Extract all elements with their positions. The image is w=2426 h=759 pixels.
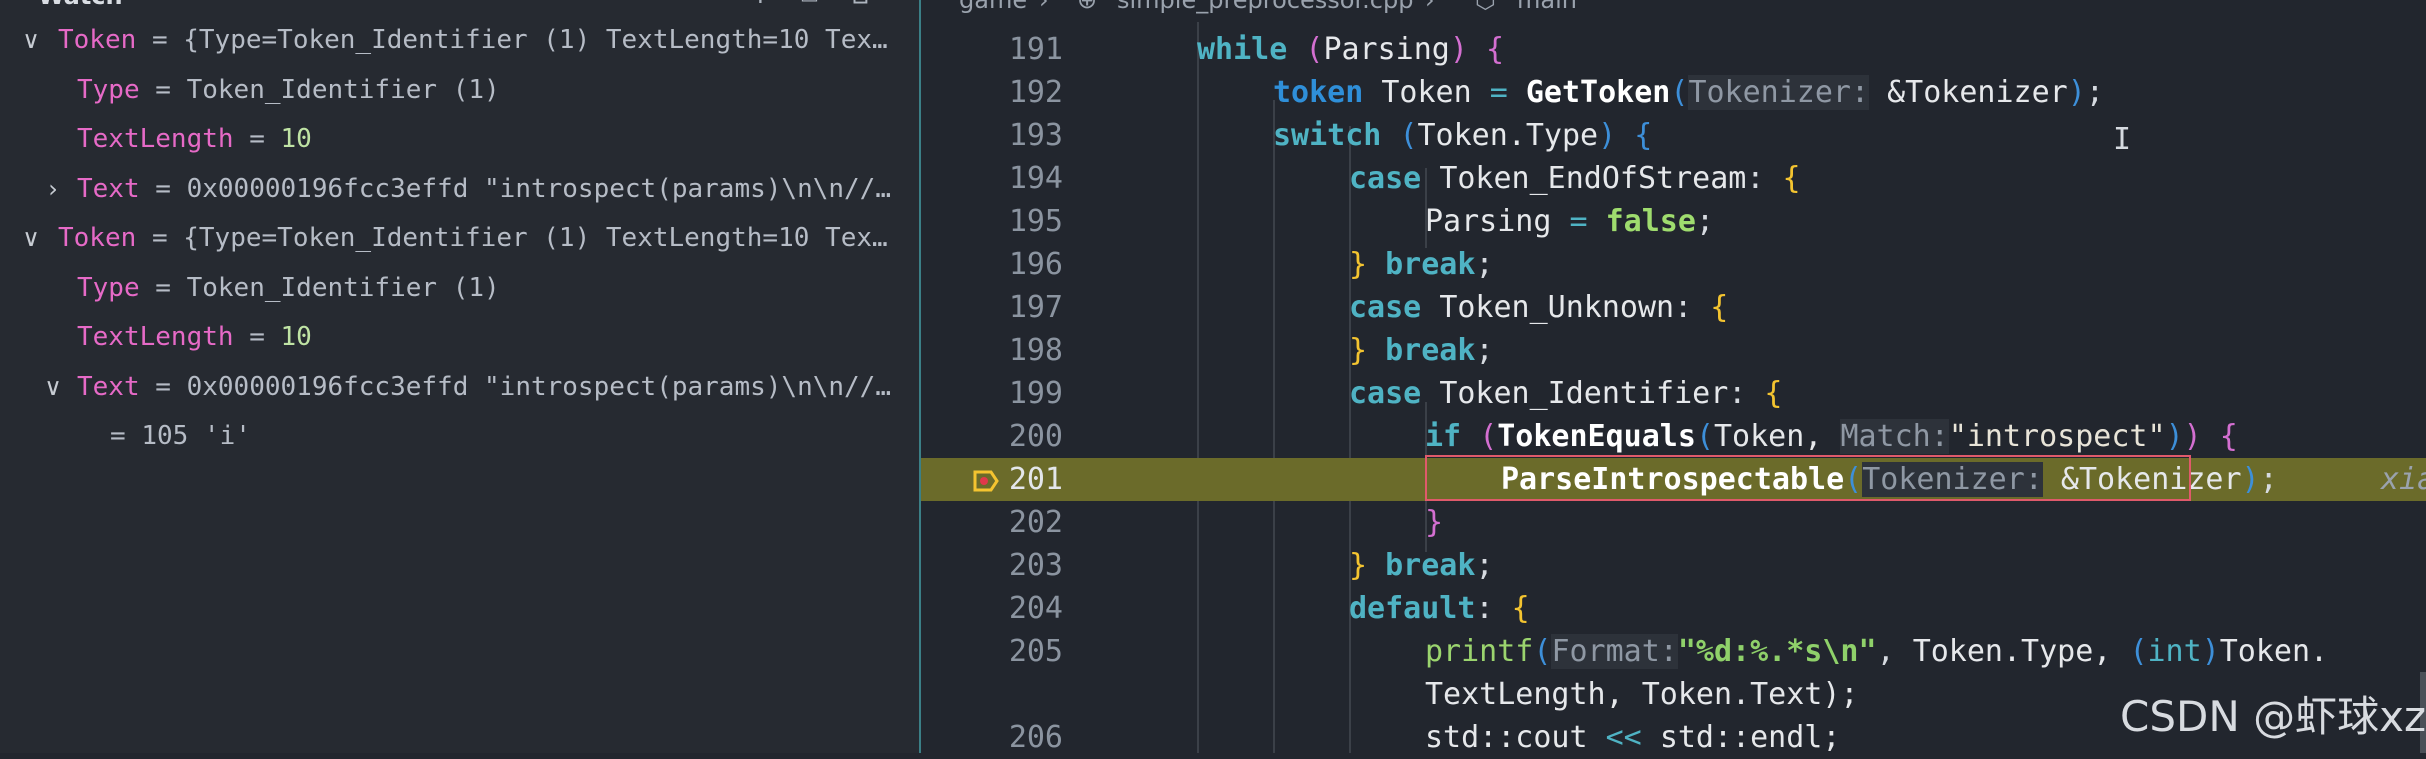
watch-item-deref[interactable]: = 105 'i' [0, 412, 919, 461]
text-cursor-icon: I [2113, 122, 2132, 157]
code-line[interactable]: 193 switch (Token.Type) { [921, 114, 2426, 157]
breadcrumb-folder[interactable]: game [959, 0, 1027, 14]
breadcrumb-separator: › [1425, 0, 1435, 14]
watch-item-value: 10 [280, 124, 312, 154]
watch-item-name: Type [77, 273, 140, 303]
watch-item-value: 0x00000196fcc3effd "introspect(params)\n… [186, 372, 891, 402]
watch-item-value: Token_Identifier (1) [186, 75, 500, 105]
watch-item-name: Type [77, 75, 140, 105]
watch-item-name: Text [77, 372, 140, 402]
watch-item-value: 10 [280, 322, 312, 352]
code-line[interactable]: 191 while (Parsing) { [921, 28, 2426, 71]
watch-item-textlength[interactable]: TextLength = 10 [0, 313, 919, 362]
code-line[interactable]: 203 } break; [921, 544, 2426, 587]
inline-value: xia [2381, 462, 2426, 497]
code-line[interactable]: 195 Parsing = false; [921, 200, 2426, 243]
breadcrumb-file[interactable]: simple_preprocessor.cpp [1117, 0, 1413, 14]
watch-item-value: 0x00000196fcc3effd "introspect(params)\n… [186, 174, 891, 204]
code-editor[interactable]: game › ⊕ simple_preprocessor.cpp › ⬡ mai… [921, 0, 2426, 755]
param-hint: Tokenizer: [1688, 75, 1870, 110]
function-icon: ⬡ [1475, 0, 1496, 14]
remove-all-icon[interactable]: ⊟ [852, 0, 874, 8]
code-line[interactable]: 197 case Token_Unknown: { [921, 286, 2426, 329]
watch-item-token[interactable]: ∨ Token = {Type=Token_Identifier (1) Tex… [0, 16, 919, 65]
code-line[interactable]: 200 if (TokenEquals(Token, Match:"intros… [921, 415, 2426, 458]
watch-item-value: 105 'i' [141, 421, 251, 451]
watch-item-type[interactable]: Type = Token_Identifier (1) [0, 66, 919, 115]
watch-item-name: TextLength [77, 124, 234, 154]
chevron-down-icon[interactable]: ∨ [20, 214, 42, 263]
breadcrumb: game › ⊕ simple_preprocessor.cpp › ⬡ mai… [921, 0, 2426, 14]
collapse-all-icon[interactable]: ▭ [800, 0, 822, 8]
watch-item-text[interactable]: ∨ Text = 0x00000196fcc3effd "introspect(… [0, 363, 919, 412]
code-line[interactable]: 205 printf(Format:"%d:%.*s\n", Token.Typ… [921, 630, 2426, 673]
code-line[interactable]: 202 } [921, 501, 2426, 544]
add-expression-icon[interactable]: + [752, 0, 774, 8]
watch-title: Watch [38, 0, 123, 10]
code-line[interactable]: 192 token Token = GetToken(Tokenizer: &T… [921, 71, 2426, 114]
watch-item-value: {Type=Token_Identifier (1) TextLength=10… [183, 25, 888, 55]
watch-item-value: Token_Identifier (1) [186, 273, 500, 303]
code-line[interactable]: 204 default: { [921, 587, 2426, 630]
watch-item-name: Token [58, 223, 137, 253]
code-line[interactable]: 199 case Token_Identifier: { [921, 372, 2426, 415]
breadcrumb-symbol[interactable]: main [1517, 0, 1577, 14]
code-line[interactable]: 196 } break; [921, 243, 2426, 286]
watch-item-value: {Type=Token_Identifier (1) TextLength=10… [183, 223, 888, 253]
chevron-down-icon[interactable]: ∨ [20, 16, 42, 65]
chevron-right-icon[interactable]: › [42, 165, 64, 214]
watch-item-token[interactable]: ∨ Token = {Type=Token_Identifier (1) Tex… [0, 214, 919, 263]
code-line[interactable]: 194 case Token_EndOfStream: { [921, 157, 2426, 200]
breadcrumb-separator: › [1039, 0, 1049, 14]
cpp-file-icon: ⊕ [1077, 0, 1098, 14]
watch-panel: Watch + ▭ ⊟ ∨ Token = {Type=Token_Identi… [0, 0, 921, 753]
param-hint: Match: [1840, 419, 1949, 454]
watch-item-name: TextLength [77, 322, 234, 352]
breakpoint-current-icon[interactable] [973, 468, 999, 494]
watermark: CSDN @虾球xz [2120, 692, 2426, 741]
param-hint: Format: [1551, 634, 1678, 669]
watch-item-text[interactable]: › Text = 0x00000196fcc3effd "introspect(… [0, 165, 919, 214]
watch-item-textlength[interactable]: TextLength = 10 [0, 115, 919, 164]
execution-highlight [1425, 455, 2191, 501]
watch-item-type[interactable]: Type = Token_Identifier (1) [0, 264, 919, 313]
watch-item-name: Token [58, 25, 137, 55]
chevron-down-icon[interactable]: ∨ [42, 363, 64, 412]
watch-item-name: Text [77, 174, 140, 204]
code-line[interactable]: 198 } break; [921, 329, 2426, 372]
watch-header: Watch + ▭ ⊟ [0, 0, 919, 10]
